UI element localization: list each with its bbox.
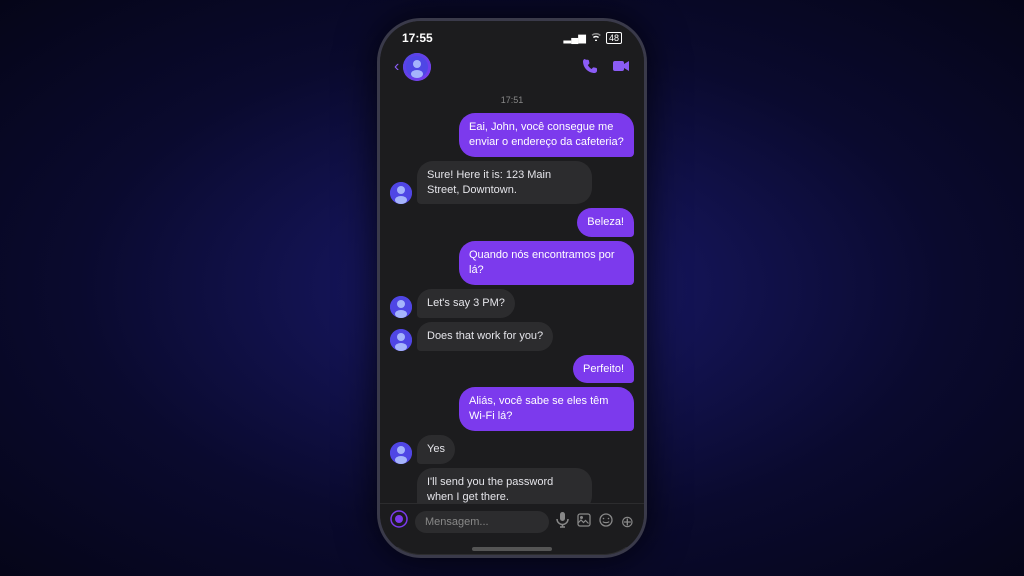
chat-header: ‹ <box>380 49 644 89</box>
message-row: I'll send you the password when I get th… <box>390 468 634 503</box>
avatar-image <box>403 53 431 81</box>
header-left: ‹ <box>394 53 431 81</box>
timestamp: 17:51 <box>390 95 634 105</box>
message-row: Quando nós encontramos por lá? <box>390 241 634 285</box>
battery-icon: 48 <box>606 32 622 44</box>
message-bubble: I'll send you the password when I get th… <box>417 468 592 503</box>
phone-frame: 17:55 ▂▄▆ 48 ‹ <box>377 18 647 558</box>
message-row: Aliás, você sabe se eles têm Wi-Fi lá? <box>390 387 634 431</box>
image-icon[interactable] <box>577 513 591 530</box>
message-row: Perfeito! <box>390 355 634 384</box>
message-bubble: Perfeito! <box>573 355 634 384</box>
message-bubble: Sure! Here it is: 123 Main Street, Downt… <box>417 161 592 205</box>
message-bubble: Beleza! <box>577 208 634 237</box>
message-bubble: Yes <box>417 435 455 464</box>
signal-icon: ▂▄▆ <box>564 33 586 44</box>
message-bubble: Let's say 3 PM? <box>417 289 515 318</box>
input-bar: Mensagem... <box>380 503 644 547</box>
input-actions: ⊕ <box>556 512 634 532</box>
status-icons: ▂▄▆ 48 <box>564 32 622 44</box>
message-row: Beleza! <box>390 208 634 237</box>
sender-avatar <box>390 329 412 351</box>
phone-call-icon[interactable] <box>582 58 598 77</box>
message-row: Does that work for you? <box>390 322 634 351</box>
emoji-icon[interactable] <box>599 513 613 530</box>
message-row: Yes <box>390 435 634 464</box>
back-button[interactable]: ‹ <box>394 58 399 76</box>
message-bubble: Does that work for you? <box>417 322 553 351</box>
messages-area[interactable]: 17:51 Eai, John, você consegue me enviar… <box>380 89 644 503</box>
wifi-icon <box>590 32 602 44</box>
message-bubble: Aliás, você sabe se eles têm Wi-Fi lá? <box>459 387 634 431</box>
message-bubble: Quando nós encontramos por lá? <box>459 241 634 285</box>
message-row: Sure! Here it is: 123 Main Street, Downt… <box>390 161 634 205</box>
sender-avatar <box>390 296 412 318</box>
input-placeholder: Mensagem... <box>425 516 489 528</box>
message-row: Eai, John, você consegue me enviar o end… <box>390 113 634 157</box>
header-actions <box>582 58 630 77</box>
message-bubble: Eai, John, você consegue me enviar o end… <box>459 113 634 157</box>
add-icon[interactable]: ⊕ <box>621 512 634 532</box>
status-bar: 17:55 ▂▄▆ 48 <box>380 21 644 49</box>
sender-avatar <box>390 442 412 464</box>
video-call-icon[interactable] <box>612 59 630 76</box>
status-time: 17:55 <box>402 31 433 45</box>
contact-avatar[interactable] <box>403 53 431 81</box>
message-row: Let's say 3 PM? <box>390 289 634 318</box>
mic-icon[interactable] <box>556 512 569 531</box>
sender-avatar <box>390 182 412 204</box>
home-indicator <box>472 547 552 551</box>
message-input[interactable]: Mensagem... <box>415 511 549 533</box>
camera-icon[interactable] <box>390 510 408 533</box>
